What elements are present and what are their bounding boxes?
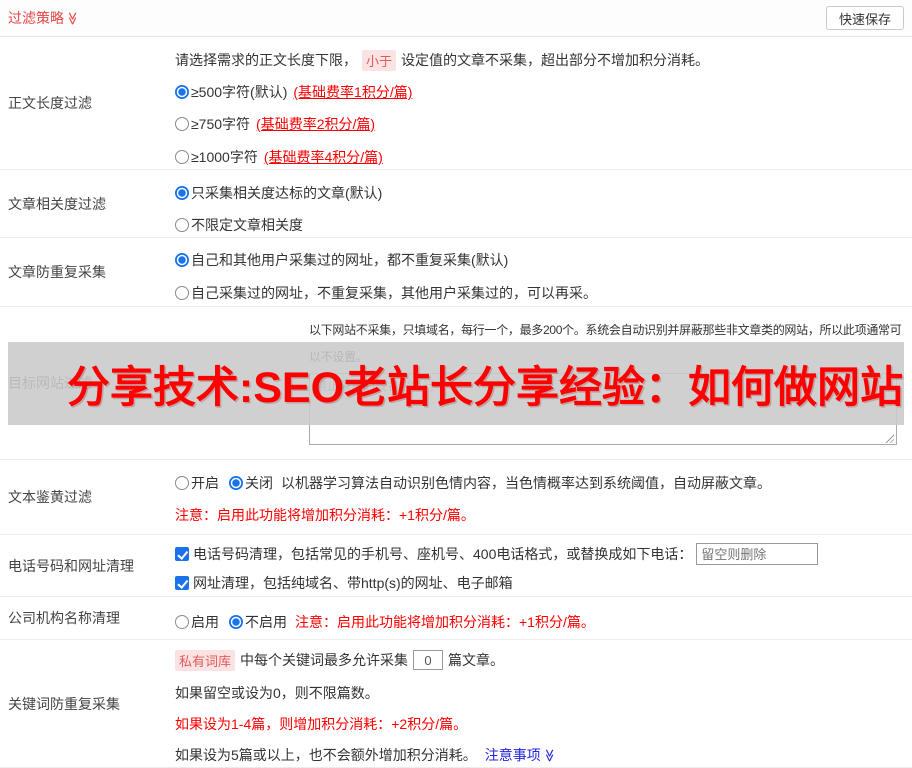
row-article-dedup: 文章防重复采集 自己和其他用户采集过的网址，都不重复采集(默认) 自己采集过的网…: [0, 238, 912, 307]
section-toggle[interactable]: 过滤策略 ≫: [8, 8, 80, 28]
limit-text: 中每个关键词最多允许采集: [240, 652, 409, 668]
option-label[interactable]: ≥500字符(默认): [191, 82, 287, 102]
option-label[interactable]: 只采集相关度达标的文章(默认): [191, 183, 382, 203]
private-lexicon-link[interactable]: 私有词库: [175, 649, 236, 671]
option-row: 开启 关闭 以机器学习算法自动识别色情内容，当色情概率达到系统阈值，自动屏蔽文章…: [175, 473, 771, 493]
option-label[interactable]: 开启: [191, 473, 219, 493]
checkbox-row: 网址清理，包括纯域名、带http(s)的网址、电子邮箱: [175, 573, 513, 593]
option-label[interactable]: 自己和其他用户采集过的网址，都不重复采集(默认): [191, 250, 508, 270]
radio-dedup-all-users[interactable]: [175, 253, 189, 267]
quick-save-button[interactable]: 快速保存: [825, 6, 904, 30]
option-row: 只采集相关度达标的文章(默认): [175, 183, 382, 203]
cost-warning: 注意：启用此功能将增加积分消耗：+1积分/篇。: [295, 614, 595, 630]
max-articles-input[interactable]: [413, 650, 444, 670]
option-row: 不限定文章相关度: [175, 215, 303, 235]
hint-line: 如果设为5篇或以上，也不会额外增加积分消耗。 注意事项 ≫: [175, 745, 557, 765]
option-row: 自己采集过的网址，不重复采集，其他用户采集过的，可以再采。: [175, 283, 597, 303]
option-label[interactable]: 不限定文章相关度: [191, 215, 303, 235]
limit-suffix: 篇文章。: [448, 652, 505, 668]
fee-note: (基础费率2积分/篇): [256, 116, 376, 132]
option-label[interactable]: ≥1000字符: [191, 147, 258, 167]
row-content: 启用 不启用 注意：启用此功能将增加积分消耗：+1积分/篇。: [175, 597, 912, 639]
row-label: 公司机构名称清理: [8, 610, 120, 626]
radio-750-chars[interactable]: [175, 117, 189, 131]
description-line: 请选择需求的正文长度下限， 小于 设定值的文章不采集，超出部分不增加积分消耗。: [175, 49, 710, 71]
row-label: 关键词防重复采集: [8, 695, 120, 712]
chevron-down-icon[interactable]: ≫: [65, 11, 80, 25]
radio-500-chars[interactable]: [175, 85, 189, 99]
row-content: 自己和其他用户采集过的网址，都不重复采集(默认) 自己采集过的网址，不重复采集，…: [175, 238, 912, 306]
row-label: 文章相关度过滤: [8, 195, 106, 212]
row-keyword-dedup: 关键词防重复采集 私有词库 中每个关键词最多允许采集 篇文章。 如果留空或设为0…: [0, 640, 912, 768]
header-bar: 过滤策略 ≫ 快速保存: [0, 0, 912, 37]
row-content: 电话号码清理，包括常见的手机号、座机号、400电话格式，或替换成如下电话： 网址…: [175, 535, 912, 596]
row-label: 文本鉴黄过滤: [8, 489, 92, 505]
cost-warning: 如果设为1-4篇，则增加积分消耗：+2积分/篇。: [175, 716, 468, 732]
watermark-text: 分享技术:SEO老站长分享经验：如何做网站: [66, 363, 904, 412]
keyword-limit-line: 私有词库 中每个关键词最多允许采集 篇文章。: [175, 649, 505, 671]
chevron-down-icon[interactable]: ≫: [542, 748, 557, 762]
row-content: 请选择需求的正文长度下限， 小于 设定值的文章不采集，超出部分不增加积分消耗。 …: [175, 37, 912, 169]
row-content: 私有词库 中每个关键词最多允许采集 篇文章。 如果留空或设为0，则不限篇数。 如…: [175, 640, 912, 767]
replacement-phone-input[interactable]: [696, 543, 819, 565]
radio-relevance-only[interactable]: [175, 186, 189, 200]
option-row: 启用 不启用 注意：启用此功能将增加积分消耗：+1积分/篇。: [175, 612, 595, 632]
row-label: 正文长度过滤: [8, 95, 92, 111]
row-porn-detection-filter: 文本鉴黄过滤 开启 关闭 以机器学习算法自动识别色情内容，当色情概率达到系统阈值…: [0, 460, 912, 535]
row-company-name-cleanup: 公司机构名称清理 启用 不启用 注意：启用此功能将增加积分消耗：+1积分/篇。: [0, 597, 912, 640]
page-title: 过滤策略: [8, 10, 64, 26]
checkbox-label[interactable]: 电话号码清理，包括常见的手机号、座机号、400电话格式，或替换成如下电话：: [193, 544, 692, 564]
option-row: ≥750字符 (基础费率2积分/篇): [175, 114, 375, 134]
checkbox-label[interactable]: 网址清理，包括纯域名、带http(s)的网址、电子邮箱: [193, 573, 513, 593]
option-label[interactable]: ≥750字符: [191, 114, 250, 134]
option-row: ≥500字符(默认) (基础费率1积分/篇): [175, 82, 412, 102]
phone-cleanup-checkbox[interactable]: [175, 547, 189, 561]
checkbox-row: 电话号码清理，包括常见的手机号、座机号、400电话格式，或替换成如下电话：: [175, 542, 819, 566]
option-label[interactable]: 关闭: [245, 473, 273, 493]
radio-relevance-any[interactable]: [175, 218, 189, 232]
less-than-tag: 小于: [362, 49, 397, 71]
option-row: 自己和其他用户采集过的网址，都不重复采集(默认): [175, 250, 508, 270]
filter-strategy-page: 过滤策略 ≫ 快速保存 正文长度过滤 请选择需求的正文长度下限， 小于 设定值的…: [0, 0, 912, 768]
option-label[interactable]: 自己采集过的网址，不重复采集，其他用户采集过的，可以再采。: [191, 283, 597, 303]
hint-line: 如果留空或设为0，则不限篇数。: [175, 685, 379, 701]
watermark-overlay: 分享技术:SEO老站长分享经验：如何做网站: [8, 342, 904, 425]
hint-text: 如果设为5篇或以上，也不会额外增加积分消耗。: [175, 747, 477, 763]
radio-porn-filter-off[interactable]: [229, 476, 243, 490]
radio-dedup-self-only[interactable]: [175, 286, 189, 300]
radio-porn-filter-on[interactable]: [175, 476, 189, 490]
cost-warning: 注意：启用此功能将增加积分消耗：+1积分/篇。: [175, 507, 475, 523]
description-line-1: 以下网站不采集，只填域名，每行一个，最多200个。系统会自动识别并屏蔽那些非文章…: [309, 323, 902, 337]
radio-company-cleanup-on[interactable]: [175, 615, 189, 629]
description-text-after: 设定值的文章不采集，超出部分不增加积分消耗。: [401, 52, 710, 68]
row-article-relevance-filter: 文章相关度过滤 只采集相关度达标的文章(默认) 不限定文章相关度: [0, 170, 912, 238]
row-content: 只采集相关度达标的文章(默认) 不限定文章相关度: [175, 170, 912, 237]
row-label: 电话号码和网址清理: [8, 557, 134, 574]
notes-link[interactable]: 注意事项: [485, 745, 541, 765]
radio-company-cleanup-off[interactable]: [229, 615, 243, 629]
option-label[interactable]: 不启用: [245, 612, 287, 632]
option-label[interactable]: 启用: [191, 612, 219, 632]
row-content: 开启 关闭 以机器学习算法自动识别色情内容，当色情概率达到系统阈值，自动屏蔽文章…: [175, 460, 912, 534]
url-cleanup-checkbox[interactable]: [175, 576, 189, 590]
row-phone-url-cleanup: 电话号码和网址清理 电话号码清理，包括常见的手机号、座机号、400电话格式，或替…: [0, 535, 912, 597]
option-description: 以机器学习算法自动识别色情内容，当色情概率达到系统阈值，自动屏蔽文章。: [281, 475, 771, 491]
row-body-length-filter: 正文长度过滤 请选择需求的正文长度下限， 小于 设定值的文章不采集，超出部分不增…: [0, 37, 912, 170]
fee-note: (基础费率1积分/篇): [293, 84, 413, 100]
row-label: 文章防重复采集: [8, 264, 106, 280]
description-text-before: 请选择需求的正文长度下限，: [175, 52, 357, 68]
radio-1000-chars[interactable]: [175, 150, 189, 164]
option-row: ≥1000字符 (基础费率4积分/篇): [175, 147, 383, 167]
fee-note: (基础费率4积分/篇): [263, 149, 383, 165]
